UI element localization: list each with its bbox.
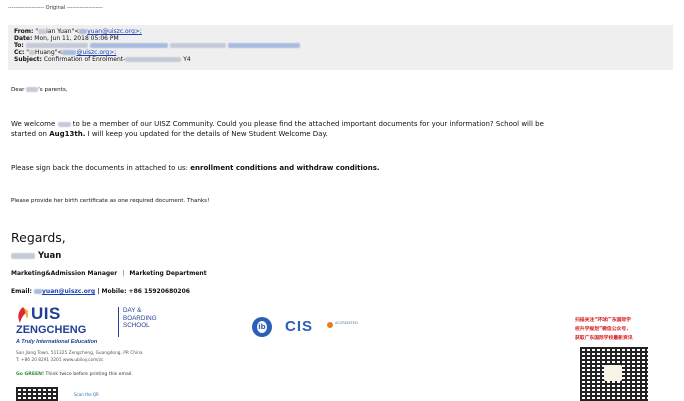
to-row: To: <box>14 42 300 49</box>
regards: Regards, <box>11 230 66 245</box>
paragraph-welcome-line2: started on Aug13th. I will keep you upda… <box>11 130 328 139</box>
original-message-header: From: " ian Yuan"< yuan@uiszc.org>; Date: … <box>8 25 673 70</box>
from-row: From: " ian Yuan"< yuan@uiszc.org>; <box>14 28 142 35</box>
redacted-text <box>125 57 182 62</box>
school-address: San Jiang Town, 511325 Zengcheng, Guangd… <box>16 351 143 356</box>
cc-value: Huang"< <box>35 49 63 56</box>
signature-name: Yuan <box>11 251 61 261</box>
subject-value: Confirmation of Enrolment- <box>43 56 126 63</box>
redacted-text <box>57 121 71 127</box>
paragraph-text: to be a member of our UISZ Community. Co… <box>70 120 544 128</box>
documents-list: enrollment conditions and withdraw condi… <box>190 164 380 172</box>
subject-row: Subject: Confirmation of Enrolment- Y4 <box>14 56 191 63</box>
mobile-number: | Mobile: +86 15920680206 <box>95 288 190 295</box>
qr-code-icon <box>16 387 58 401</box>
start-date: Aug13th. <box>49 130 86 138</box>
redacted-text <box>11 252 35 259</box>
subject-label: Subject: <box>14 56 42 63</box>
paragraph-birth-certificate: Please provide her birth certificate as … <box>11 198 210 204</box>
cis-accredited: ACCREDITED <box>335 321 358 325</box>
divider: | <box>122 270 125 277</box>
logo-day-line: SCHOOL <box>123 322 150 329</box>
go-green-label: Go GREEN! <box>16 372 45 377</box>
redacted-text <box>62 50 77 55</box>
logo-day-line: DAY & <box>123 307 142 314</box>
school-contact: T: +86 20 8291 3201 www.ubiloy.com/zc <box>16 358 104 363</box>
logo-uis: UIS <box>31 304 61 323</box>
redacted-text <box>227 43 300 48</box>
logo-zengcheng: ZENGCHENG <box>16 324 87 336</box>
signature-contact-row: Email: yuan@uiszc.org | Mobile: +86 1592… <box>11 288 190 295</box>
school-tagline: A Truly International Education <box>16 339 98 345</box>
subject-suffix: Y4 <box>183 56 191 63</box>
cc-row: Cc: " Huang"< @uiszc.org>; <box>14 49 116 56</box>
cis-logo: CIS <box>285 318 314 335</box>
date-value: Mon, Jun 11, 2018 05:06 PM <box>34 35 119 42</box>
logo-day-boarding: DAY & BOARDING SCHOOL <box>123 307 157 330</box>
date-row: Date: Mon, Jun 11, 2018 05:06 PM <box>14 35 119 42</box>
promo-text-line1: 扫描关注“环球广东国际学 <box>575 318 631 323</box>
email-label: Email: <box>11 288 35 295</box>
ib-logo-icon: ib <box>252 317 272 337</box>
redacted-text <box>89 43 168 48</box>
qr-logo-icon <box>604 365 622 381</box>
cc-label: Cc: <box>14 49 25 56</box>
logo-divider <box>118 307 119 337</box>
paragraph-welcome-line1: We welcome to be a member of our UISZ Co… <box>11 120 544 129</box>
signature-title-row: Marketing&Admission Manager | Marketing … <box>11 270 207 277</box>
ib-logo-text: ib <box>257 321 267 333</box>
redacted-text <box>29 50 36 55</box>
paragraph-text: started on <box>11 130 50 138</box>
redacted-text <box>79 29 88 34</box>
cc-email-link[interactable]: @uiszc.org>; <box>76 49 116 56</box>
paragraph-text: I will keep you updated for the details … <box>85 130 328 138</box>
promo-text-line2: 校升学规划”微信公众号， <box>575 327 631 332</box>
scan-qr-label: Scan the QR <box>74 392 99 397</box>
paragraph-text: Please sign back the documents in attach… <box>11 164 191 172</box>
logo-day-line: BOARDING <box>123 314 157 322</box>
leaf-icon <box>18 307 28 323</box>
date-label: Date: <box>14 35 33 42</box>
from-value: ian Yuan"< <box>46 28 80 35</box>
wechat-qr-code-icon <box>580 347 648 401</box>
job-title: Marketing&Admission Manager <box>11 270 118 277</box>
redacted-text <box>26 87 39 92</box>
paragraph-text: We welcome <box>11 120 58 128</box>
department: Marketing Department <box>129 270 207 277</box>
email-link[interactable]: yuan@uiszc.org <box>42 288 95 295</box>
greeting-text: 's parents, <box>38 87 68 93</box>
promo-text-line3: 获取广东国际学校最新资讯 <box>575 336 633 341</box>
to-label: To: <box>14 42 24 49</box>
redacted-text <box>25 43 88 48</box>
from-label: From: <box>14 28 34 35</box>
redacted-text <box>38 29 47 34</box>
from-email-link[interactable]: yuan@uiszc.org>; <box>87 28 142 35</box>
greeting: Dear 's parents, <box>11 86 68 94</box>
redacted-text <box>169 43 226 48</box>
original-separator: -------------------- Original ----------… <box>8 5 103 11</box>
go-green-text: Think twice before printing this email. <box>44 372 133 377</box>
go-green-note: Go GREEN! Think twice before printing th… <box>16 372 133 377</box>
paragraph-sign-back: Please sign back the documents in attach… <box>11 164 380 173</box>
cis-dot-icon <box>327 322 333 328</box>
greeting-text: Dear <box>11 87 27 93</box>
redacted-text <box>34 289 43 294</box>
signature-surname: Yuan <box>37 251 62 261</box>
